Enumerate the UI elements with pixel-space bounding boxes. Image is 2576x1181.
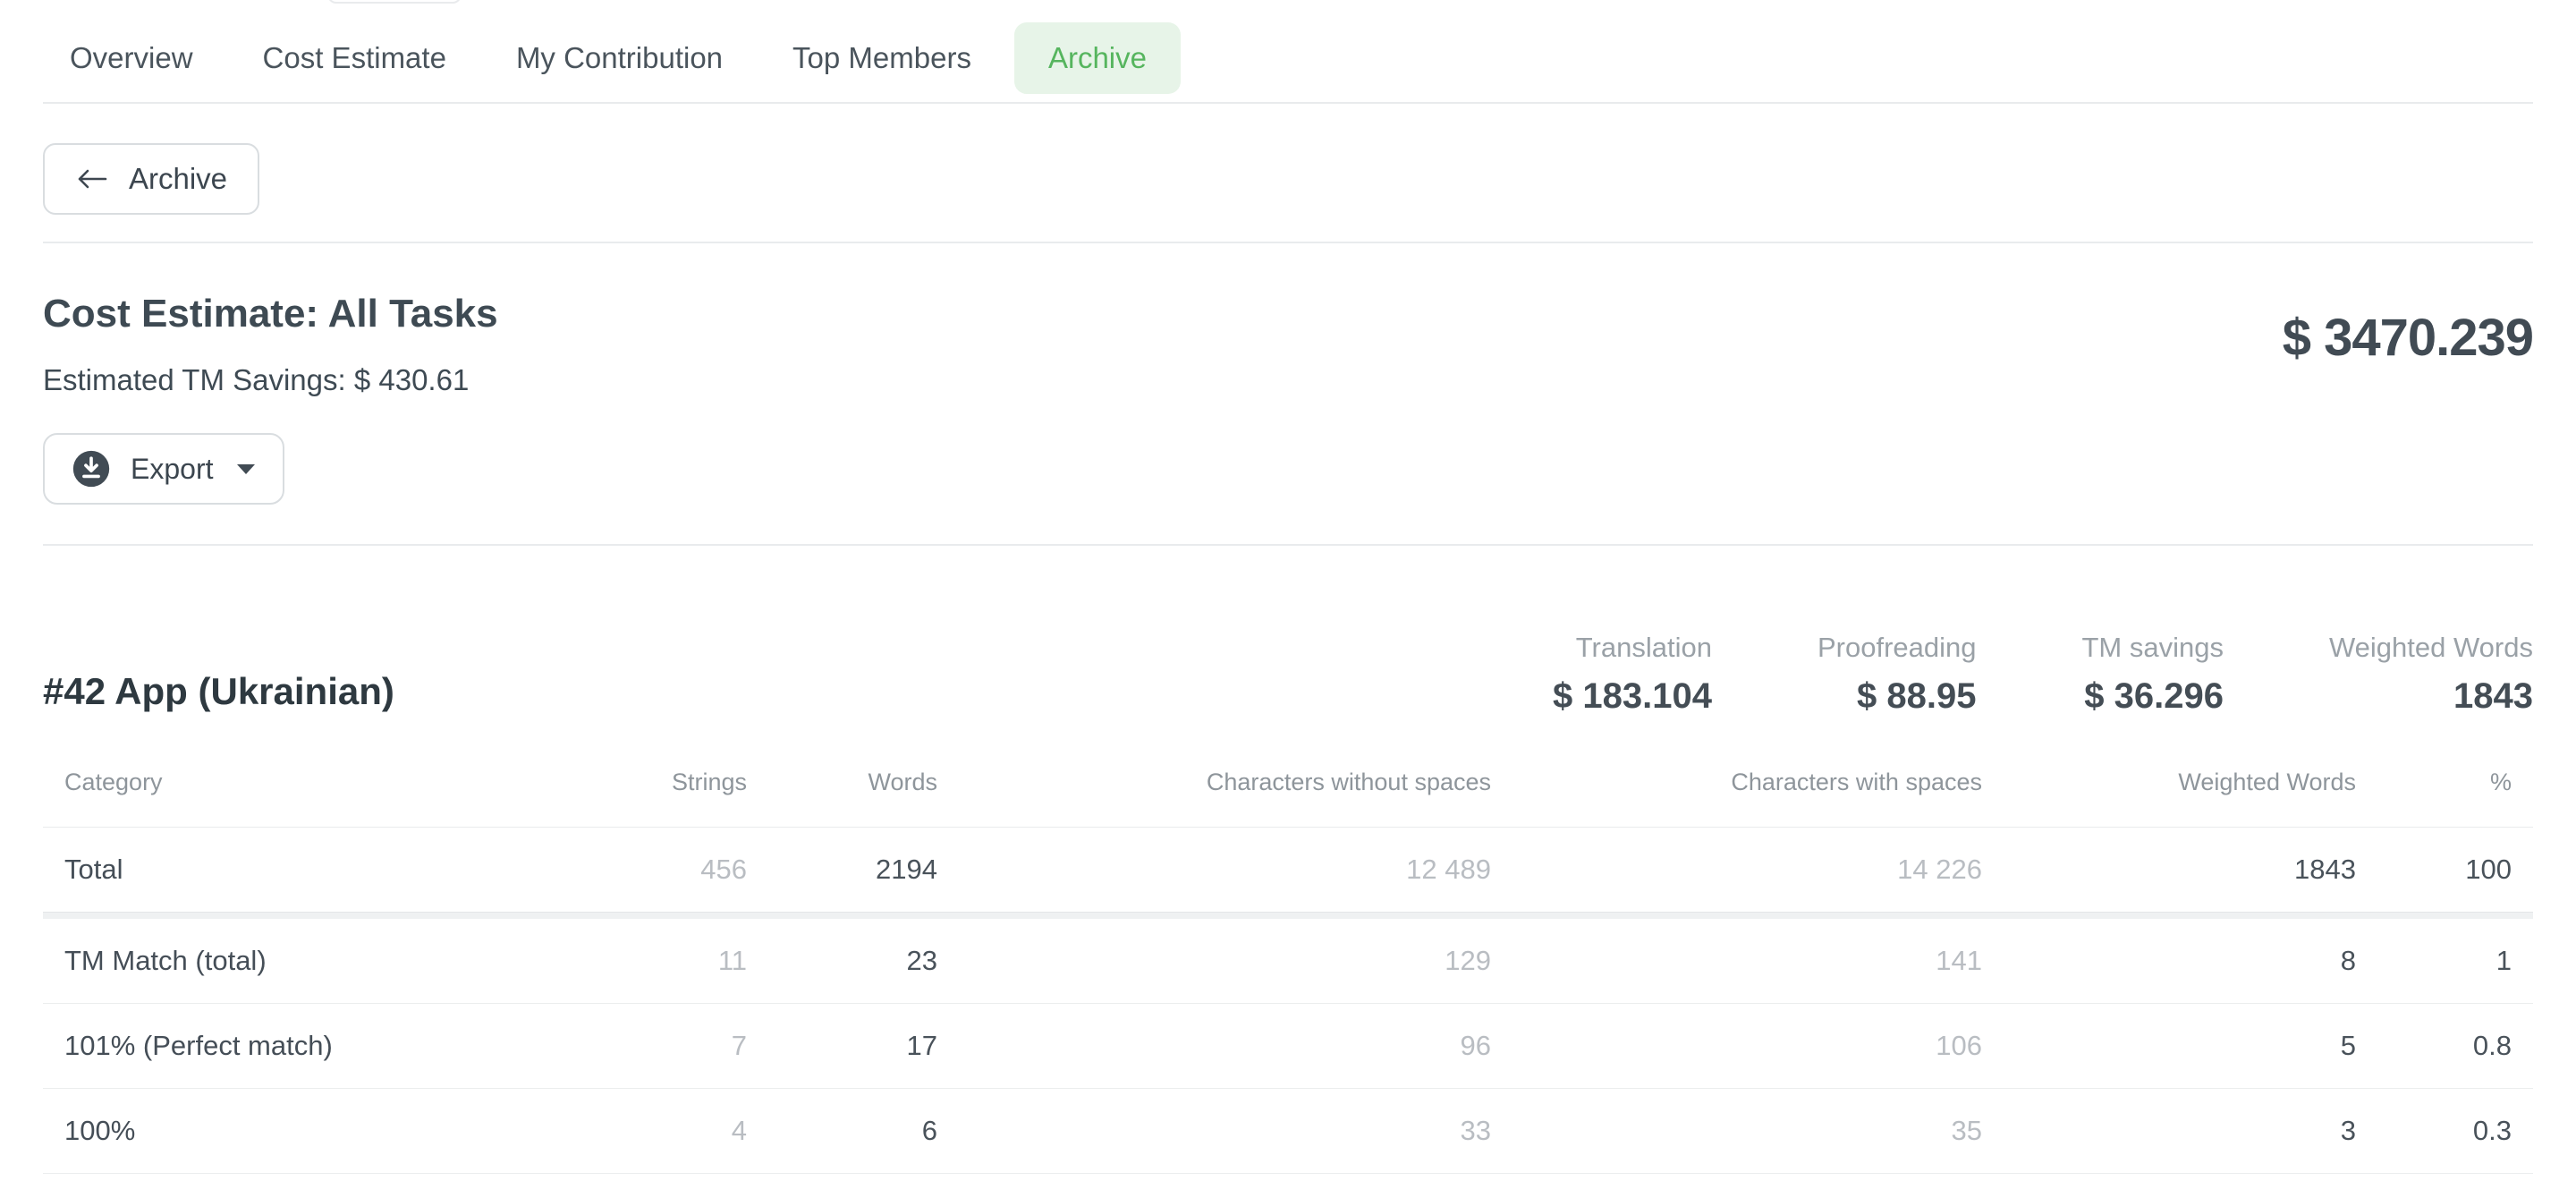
cell-category: Total: [43, 828, 544, 913]
column-header-chars-without-spaces: Characters without spaces: [937, 760, 1491, 828]
stat-label: Translation: [1553, 632, 1712, 664]
cell-weighted: 1843: [1982, 828, 2356, 913]
column-header-chars-with-spaces: Characters with spaces: [1491, 760, 1982, 828]
cell-chars-with: 106: [1491, 1003, 1982, 1088]
total-cost: $ 3470.239: [2283, 308, 2533, 368]
cell-weighted: 3: [1982, 1088, 2356, 1173]
stat-weighted-words: Weighted Words 1843: [2329, 632, 2533, 717]
cell-chars-without: 129: [937, 919, 1491, 1004]
cell-percent: 1: [2356, 919, 2533, 1004]
page-title: Cost Estimate: All Tasks: [43, 292, 498, 336]
cell-weighted: 5: [1982, 1003, 2356, 1088]
table-row: 100%46333530.3: [43, 1088, 2533, 1173]
export-row: Export: [43, 397, 2533, 544]
table-row: Total456219412 48914 2261843100: [43, 828, 2533, 913]
back-row: Archive: [43, 104, 2533, 242]
stat-value: 1843: [2329, 676, 2533, 717]
cell-strings: 4: [544, 1088, 747, 1173]
cell-words: 2194: [747, 828, 937, 913]
cell-chars-without: 96: [937, 1003, 1491, 1088]
cell-weighted: 8: [1982, 919, 2356, 1004]
table-row: TM Match (total)112312914181: [43, 919, 2533, 1004]
stat-label: Weighted Words: [2329, 632, 2533, 664]
stat-proofreading: Proofreading $ 88.95: [1818, 632, 1977, 717]
tab-my-contribution[interactable]: My Contribution: [489, 22, 750, 94]
summary-left: Cost Estimate: All Tasks Estimated TM Sa…: [43, 292, 498, 397]
tab-cost-estimate[interactable]: Cost Estimate: [236, 22, 473, 94]
column-header-percent: %: [2356, 760, 2533, 828]
summary-section: Cost Estimate: All Tasks Estimated TM Sa…: [43, 243, 2533, 397]
table-header-row: Category Strings Words Characters withou…: [43, 760, 2533, 828]
export-button-label: Export: [131, 453, 213, 486]
cell-percent: 0.3: [2356, 1088, 2533, 1173]
report-title: #42 App (Ukrainian): [43, 670, 394, 717]
arrow-left-icon: [75, 167, 109, 191]
cell-chars-with: 35: [1491, 1088, 1982, 1173]
tab-archive[interactable]: Archive: [1014, 22, 1181, 94]
stat-value: $ 88.95: [1818, 676, 1977, 717]
report-stats: Translation $ 183.104 Proofreading $ 88.95 T…: [1553, 632, 2533, 717]
cell-percent: 0.8: [2356, 1003, 2533, 1088]
cropped-button-remnant: [327, 0, 462, 4]
archive-back-button[interactable]: Archive: [43, 143, 259, 215]
cell-words: 23: [747, 919, 937, 1004]
tm-savings-text: Estimated TM Savings: $ 430.61: [43, 363, 498, 397]
cell-words: 17: [747, 1003, 937, 1088]
cell-strings: 456: [544, 828, 747, 913]
column-header-category: Category: [43, 760, 544, 828]
cell-strings: 11: [544, 919, 747, 1004]
export-button[interactable]: Export: [43, 433, 284, 505]
cost-estimate-page: OverviewCost EstimateMy ContributionTop …: [0, 0, 2576, 1181]
tab-top-members[interactable]: Top Members: [766, 22, 998, 94]
stat-tm-savings: TM savings $ 36.296: [2081, 632, 2223, 717]
cell-chars-without: 12 489: [937, 828, 1491, 913]
cell-category: TM Match (total): [43, 919, 544, 1004]
cell-strings: 7: [544, 1003, 747, 1088]
report-section: #42 App (Ukrainian) Translation $ 183.104…: [43, 546, 2533, 1174]
cell-words: 6: [747, 1088, 937, 1173]
back-button-label: Archive: [129, 162, 227, 196]
stat-label: Proofreading: [1818, 632, 1977, 664]
report-header: #42 App (Ukrainian) Translation $ 183.104…: [43, 546, 2533, 717]
cell-percent: 100: [2356, 828, 2533, 913]
cell-category: 100%: [43, 1088, 544, 1173]
total-separator-band-cell: [43, 913, 2533, 919]
cell-chars-without: 33: [937, 1088, 1491, 1173]
tab-bar: OverviewCost EstimateMy ContributionTop …: [43, 0, 2533, 102]
tab-overview[interactable]: Overview: [43, 22, 220, 94]
cost-table: Category Strings Words Characters withou…: [43, 760, 2533, 1174]
stat-translation: Translation $ 183.104: [1553, 632, 1712, 717]
column-header-words: Words: [747, 760, 937, 828]
download-icon: [72, 449, 111, 489]
cell-category: 101% (Perfect match): [43, 1003, 544, 1088]
stat-value: $ 36.296: [2081, 676, 2223, 717]
total-separator-band: [43, 913, 2533, 919]
table-row: 101% (Perfect match)7179610650.8: [43, 1003, 2533, 1088]
stat-label: TM savings: [2081, 632, 2223, 664]
cell-chars-with: 141: [1491, 919, 1982, 1004]
chevron-down-icon: [236, 463, 256, 475]
cell-chars-with: 14 226: [1491, 828, 1982, 913]
column-header-weighted-words: Weighted Words: [1982, 760, 2356, 828]
stat-value: $ 183.104: [1553, 676, 1712, 717]
column-header-strings: Strings: [544, 760, 747, 828]
